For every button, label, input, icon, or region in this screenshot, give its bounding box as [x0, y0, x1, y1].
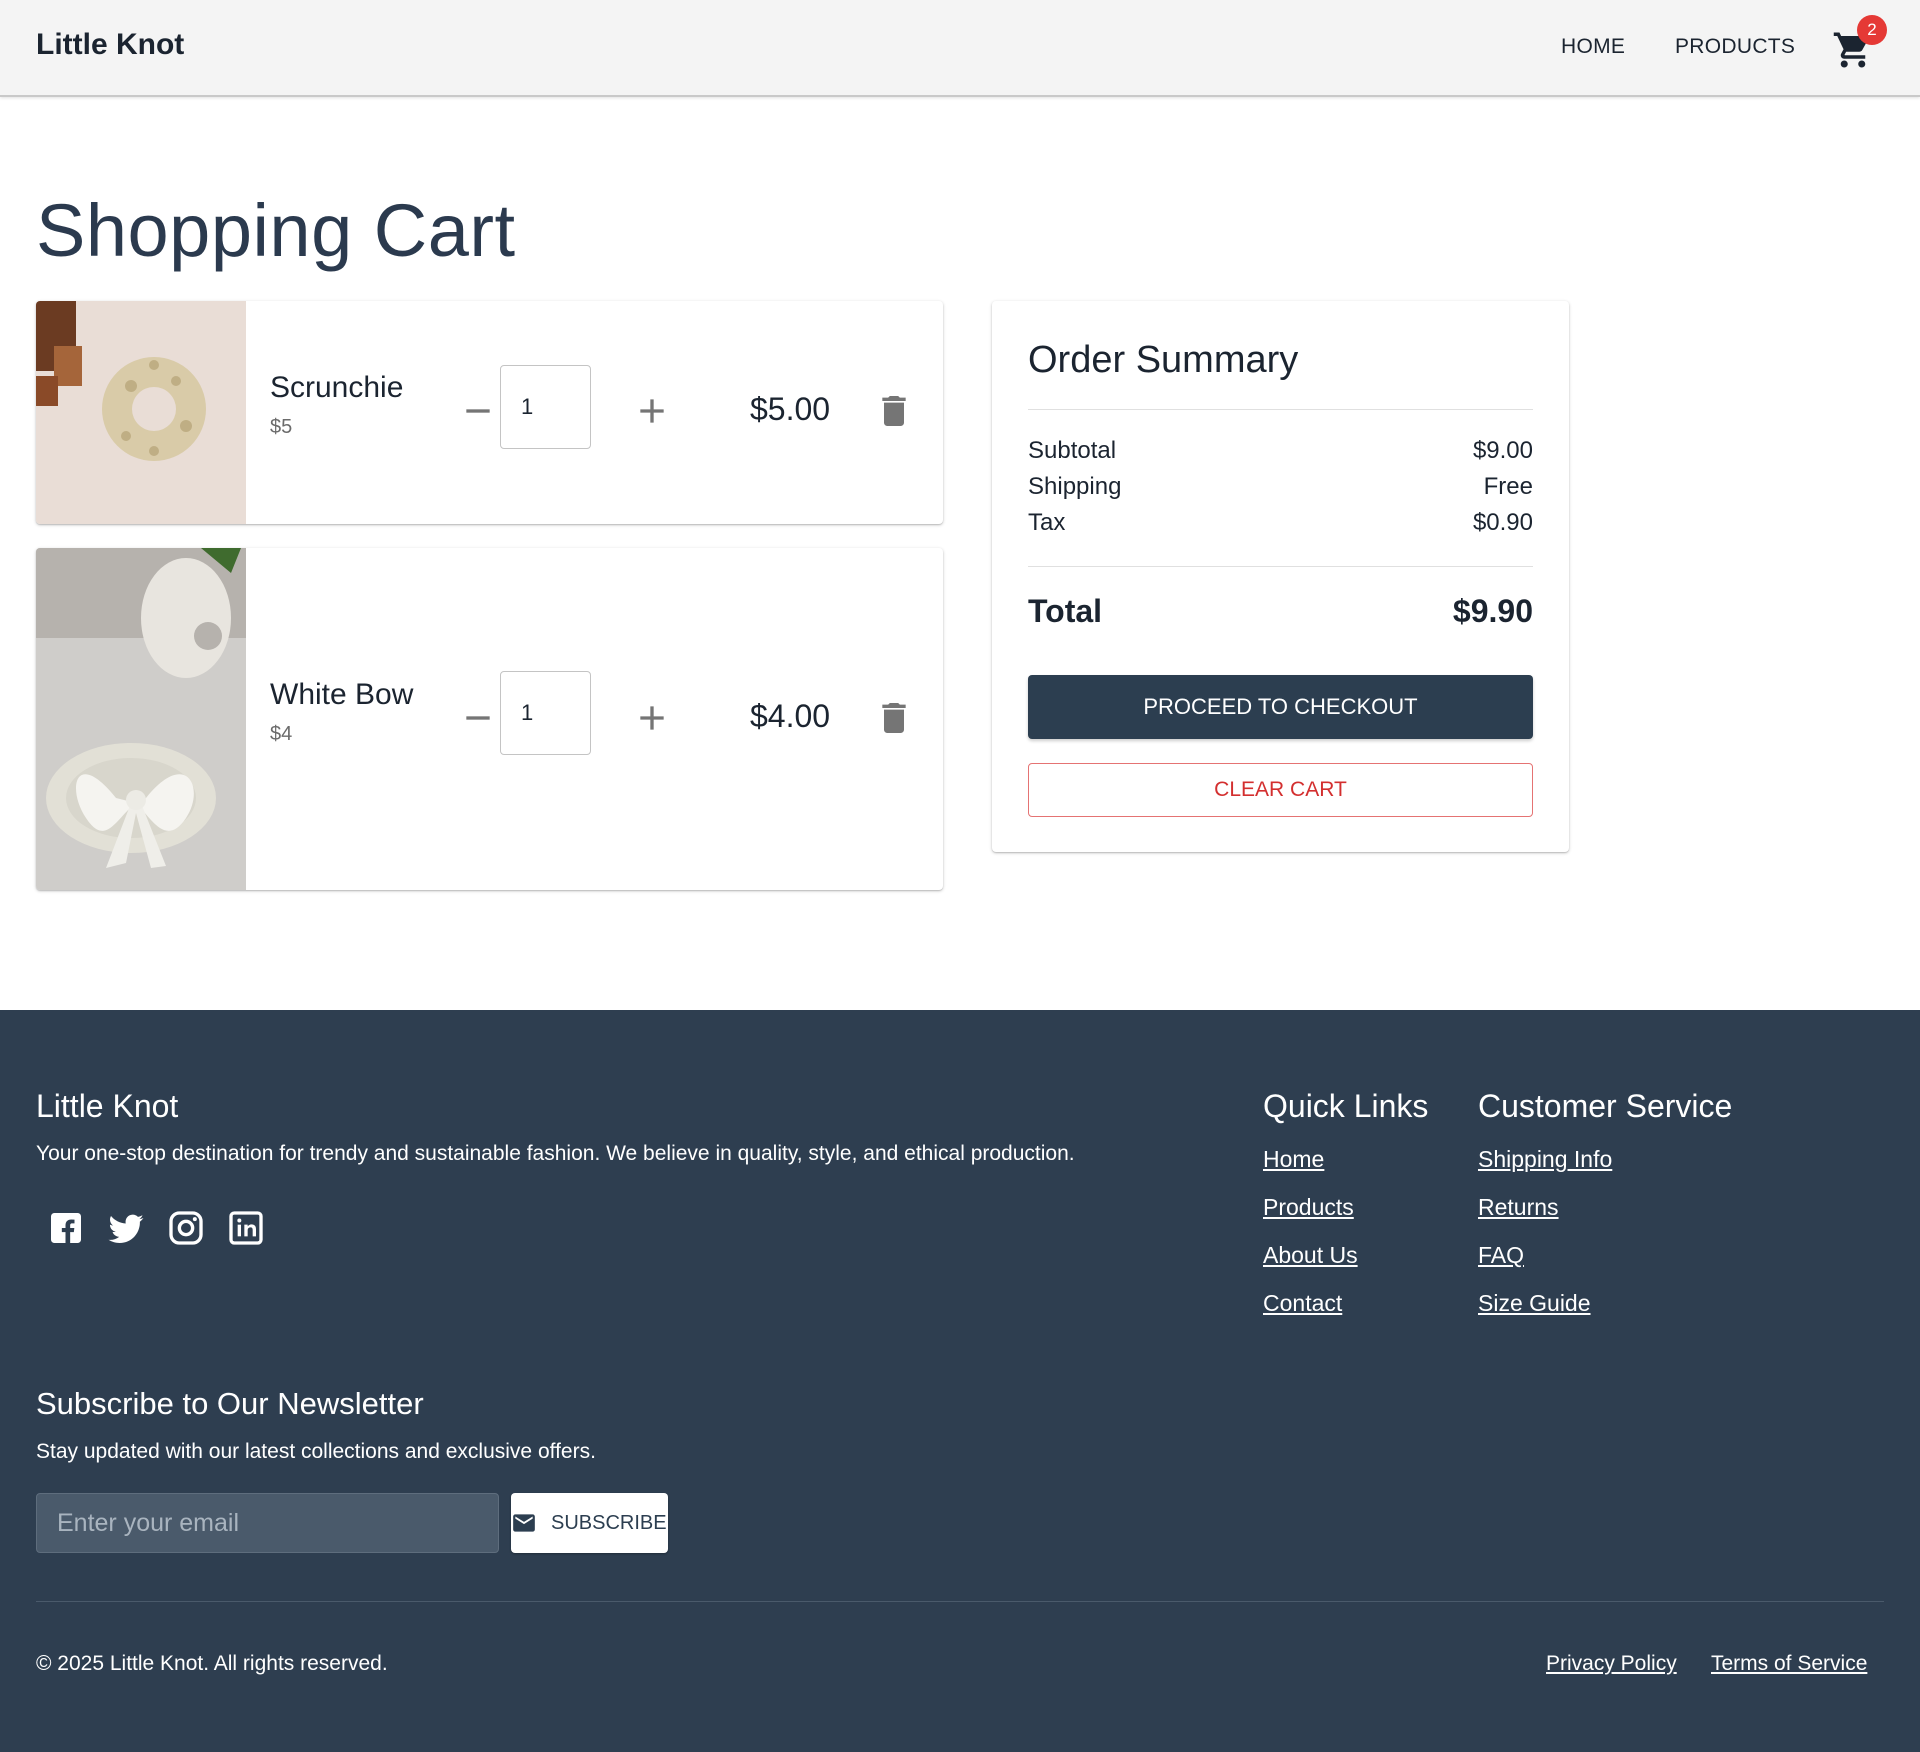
- subscribe-label: SUBSCRIBE: [551, 1512, 667, 1534]
- item-name: Scrunchie: [270, 371, 404, 404]
- footer-link-faq[interactable]: FAQ: [1478, 1242, 1524, 1269]
- item-line-total: $4.00: [750, 698, 831, 734]
- instagram-icon[interactable]: [166, 1208, 206, 1248]
- terms-of-service-link[interactable]: Terms of Service: [1711, 1652, 1867, 1676]
- footer-link-home[interactable]: Home: [1263, 1146, 1324, 1173]
- divider: [1028, 566, 1533, 567]
- twitter-icon[interactable]: [106, 1208, 146, 1248]
- copyright: © 2025 Little Knot. All rights reserved.: [36, 1652, 388, 1675]
- footer-link-returns[interactable]: Returns: [1478, 1194, 1559, 1221]
- proceed-to-checkout-button[interactable]: PROCEED TO CHECKOUT: [1028, 675, 1533, 739]
- order-summary-title: Order Summary: [1028, 339, 1299, 381]
- item-name: White Bow: [270, 678, 414, 711]
- product-image: [36, 548, 246, 890]
- increase-quantity-button[interactable]: [632, 391, 672, 431]
- total-value: $9.90: [1452, 593, 1533, 629]
- footer-brand: Little Knot: [36, 1088, 179, 1124]
- decrease-quantity-button[interactable]: [458, 391, 498, 431]
- shipping-label: Shipping: [1028, 473, 1122, 500]
- linkedin-icon[interactable]: [226, 1208, 266, 1248]
- footer-link-size-guide[interactable]: Size Guide: [1478, 1290, 1591, 1317]
- delete-icon[interactable]: [874, 698, 914, 738]
- newsletter-description: Stay updated with our latest collections…: [36, 1440, 596, 1463]
- customer-service-heading: Customer Service: [1478, 1088, 1733, 1124]
- privacy-policy-link[interactable]: Privacy Policy: [1546, 1652, 1677, 1676]
- item-line-total: $5.00: [750, 391, 831, 427]
- subtotal-value: $9.00: [1472, 437, 1533, 464]
- item-unit-price: $5: [270, 416, 293, 438]
- top-app-bar: Little Knot HOME PRODUCTS 2: [0, 0, 1920, 97]
- footer-link-about-us[interactable]: About Us: [1263, 1242, 1358, 1269]
- shipping-value: Free: [1483, 473, 1533, 500]
- footer-link-contact[interactable]: Contact: [1263, 1290, 1342, 1317]
- page-title: Shopping Cart: [36, 189, 516, 272]
- divider: [1028, 409, 1533, 410]
- newsletter-title: Subscribe to Our Newsletter: [36, 1386, 424, 1421]
- nav-home-link[interactable]: HOME: [1561, 35, 1625, 59]
- subtotal-label: Subtotal: [1028, 437, 1117, 464]
- cart-item-white-bow: White Bow $4 $4.00: [36, 548, 943, 890]
- newsletter-email-input[interactable]: [36, 1493, 499, 1553]
- subscribe-button[interactable]: SUBSCRIBE: [511, 1493, 668, 1553]
- footer-link-shipping-info[interactable]: Shipping Info: [1478, 1146, 1612, 1173]
- tax-value: $0.90: [1472, 509, 1533, 536]
- mail-icon: [511, 1510, 537, 1536]
- clear-cart-button[interactable]: CLEAR CART: [1028, 763, 1533, 817]
- footer-divider: [36, 1601, 1884, 1602]
- tax-label: Tax: [1028, 509, 1066, 536]
- increase-quantity-button[interactable]: [632, 698, 672, 738]
- quantity-input[interactable]: [500, 365, 591, 449]
- nav-products-link[interactable]: PRODUCTS: [1675, 35, 1795, 59]
- cart-count-badge: 2: [1857, 15, 1887, 45]
- facebook-icon[interactable]: [46, 1208, 86, 1248]
- product-image: [36, 301, 246, 524]
- footer-description: Your one-stop destination for trendy and…: [36, 1142, 1075, 1165]
- delete-icon[interactable]: [874, 391, 914, 431]
- item-unit-price: $4: [270, 723, 293, 745]
- total-label: Total: [1028, 593, 1103, 629]
- brand-logo[interactable]: Little Knot: [36, 28, 184, 62]
- order-summary-card: Order Summary Subtotal $9.00 Shipping Fr…: [992, 301, 1569, 852]
- footer: Little Knot Your one-stop destination fo…: [0, 1010, 1920, 1752]
- footer-link-products[interactable]: Products: [1263, 1194, 1354, 1221]
- decrease-quantity-button[interactable]: [458, 698, 498, 738]
- quantity-input[interactable]: [500, 671, 591, 755]
- cart-item-scrunchie: Scrunchie $5 $5.00: [36, 301, 943, 524]
- quick-links-heading: Quick Links: [1263, 1088, 1429, 1124]
